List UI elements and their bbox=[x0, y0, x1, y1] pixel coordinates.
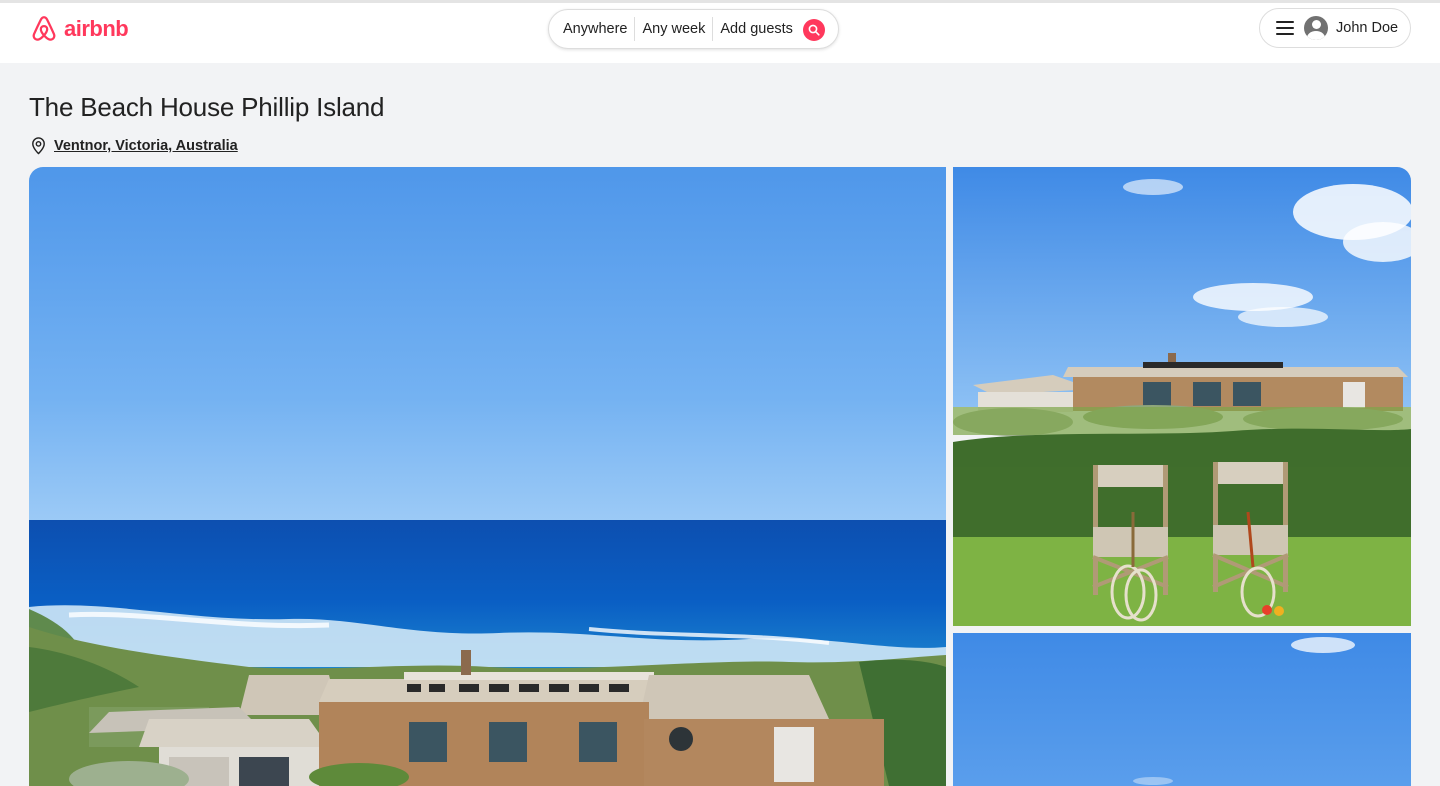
side-photo-1[interactable] bbox=[953, 167, 1411, 626]
search-add-guests[interactable]: Add guests bbox=[720, 21, 793, 37]
user-menu-button[interactable]: John Doe bbox=[1259, 8, 1411, 48]
side-photo-2[interactable] bbox=[953, 633, 1411, 786]
search-icon bbox=[808, 24, 820, 36]
site-header: airbnb Anywhere Any week Add guests John… bbox=[0, 3, 1440, 63]
search-any-week[interactable]: Any week bbox=[642, 21, 705, 37]
user-name: John Doe bbox=[1336, 20, 1399, 36]
hamburger-menu-icon bbox=[1276, 21, 1294, 35]
main-photo-image bbox=[29, 167, 946, 786]
search-divider bbox=[712, 17, 714, 41]
listing-location: Ventnor, Victoria, Australia bbox=[29, 136, 238, 155]
main-photo[interactable] bbox=[29, 167, 946, 786]
side-photo-1-image bbox=[953, 167, 1411, 626]
search-anywhere[interactable]: Anywhere bbox=[563, 21, 627, 37]
map-pin-icon bbox=[32, 137, 45, 155]
listing-title: The Beach House Phillip Island bbox=[29, 92, 385, 122]
brand-name: airbnb bbox=[64, 16, 129, 41]
search-button[interactable] bbox=[803, 19, 825, 41]
side-photo-2-image bbox=[953, 633, 1411, 786]
search-divider bbox=[634, 17, 636, 41]
location-link[interactable]: Ventnor, Victoria, Australia bbox=[54, 138, 238, 154]
airbnb-logo[interactable]: airbnb bbox=[29, 13, 129, 45]
search-bar[interactable]: Anywhere Any week Add guests bbox=[548, 9, 839, 49]
user-avatar-icon bbox=[1304, 16, 1328, 40]
airbnb-logo-icon bbox=[32, 16, 56, 41]
